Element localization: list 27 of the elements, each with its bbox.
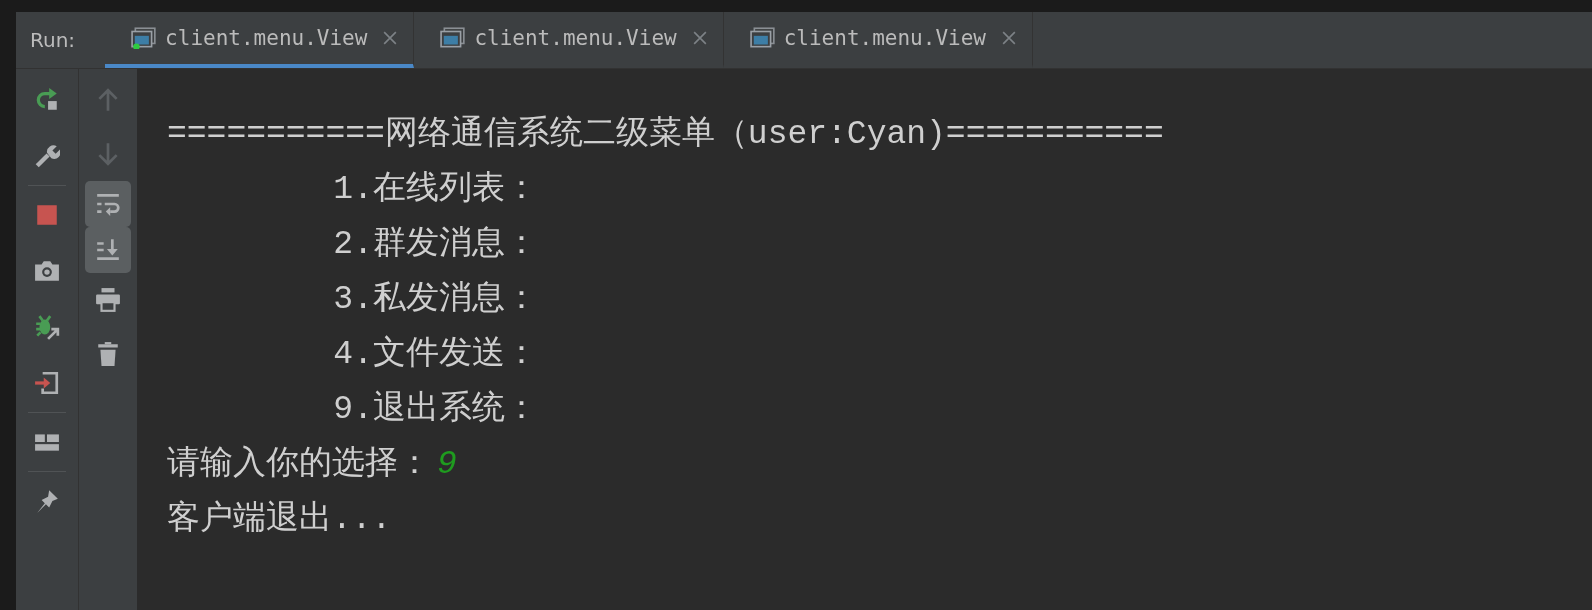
printer-icon[interactable]: [95, 287, 121, 313]
wrench-icon[interactable]: [34, 143, 60, 169]
console-line: 客户端退出...: [167, 501, 392, 538]
console-line: 2.群发消息：: [333, 226, 538, 263]
console-line: 9.退出系统：: [333, 391, 538, 428]
rerun-icon[interactable]: [34, 87, 60, 113]
scroll-down-icon: [95, 237, 121, 263]
run-label: Run:: [29, 28, 77, 52]
soft-wrap-button[interactable]: [85, 181, 131, 227]
stop-icon[interactable]: [34, 202, 60, 228]
console-line: 4.文件发送：: [333, 336, 538, 373]
close-icon[interactable]: [692, 31, 707, 45]
close-icon[interactable]: [1002, 31, 1016, 45]
login-icon[interactable]: [34, 370, 60, 396]
console-line: 1.在线列表：: [333, 171, 538, 208]
console-line: 请输入你的选择：: [167, 446, 431, 483]
bug-icon[interactable]: [34, 314, 60, 340]
input-value: 9: [437, 446, 457, 483]
scroll-to-end-button[interactable]: [85, 227, 131, 273]
camera-icon[interactable]: [34, 258, 60, 284]
console-tab[interactable]: client.menu.View: [723, 12, 1033, 68]
close-icon[interactable]: [383, 31, 398, 45]
console-line: 3.私发消息：: [333, 281, 538, 318]
console-tab[interactable]: client.menu.View: [414, 12, 724, 68]
trash-icon[interactable]: [95, 341, 121, 367]
console-line: ===========网络通信系统二级菜单（user:Cyan)===========: [167, 116, 1164, 153]
wrap-icon: [95, 191, 121, 217]
